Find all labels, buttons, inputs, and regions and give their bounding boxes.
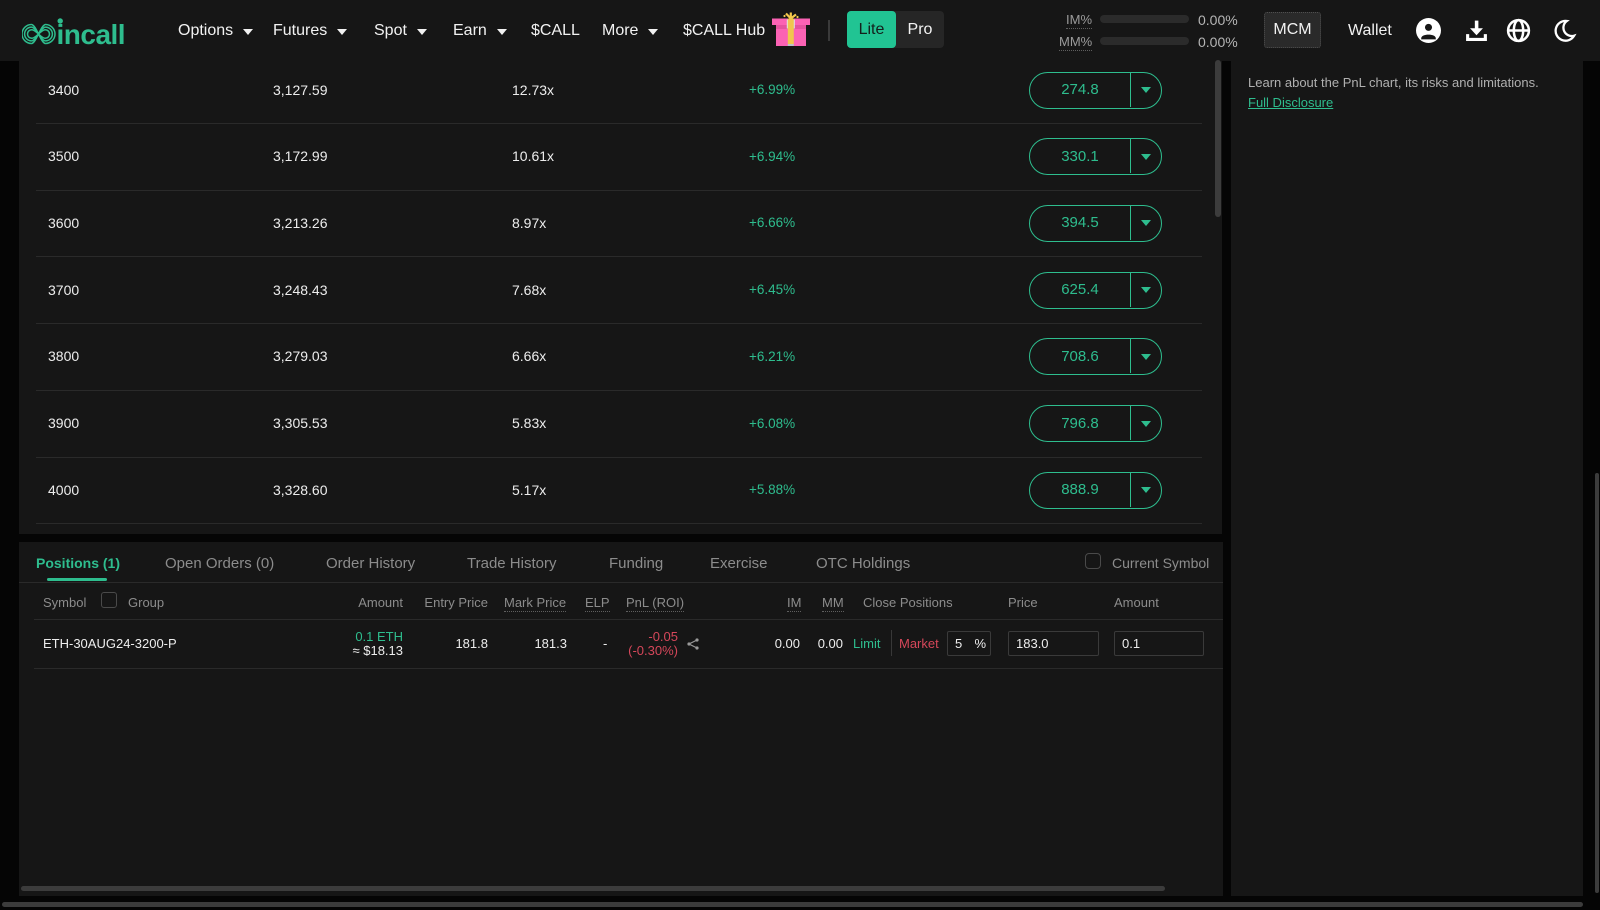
svg-text:incall: incall	[57, 19, 126, 48]
